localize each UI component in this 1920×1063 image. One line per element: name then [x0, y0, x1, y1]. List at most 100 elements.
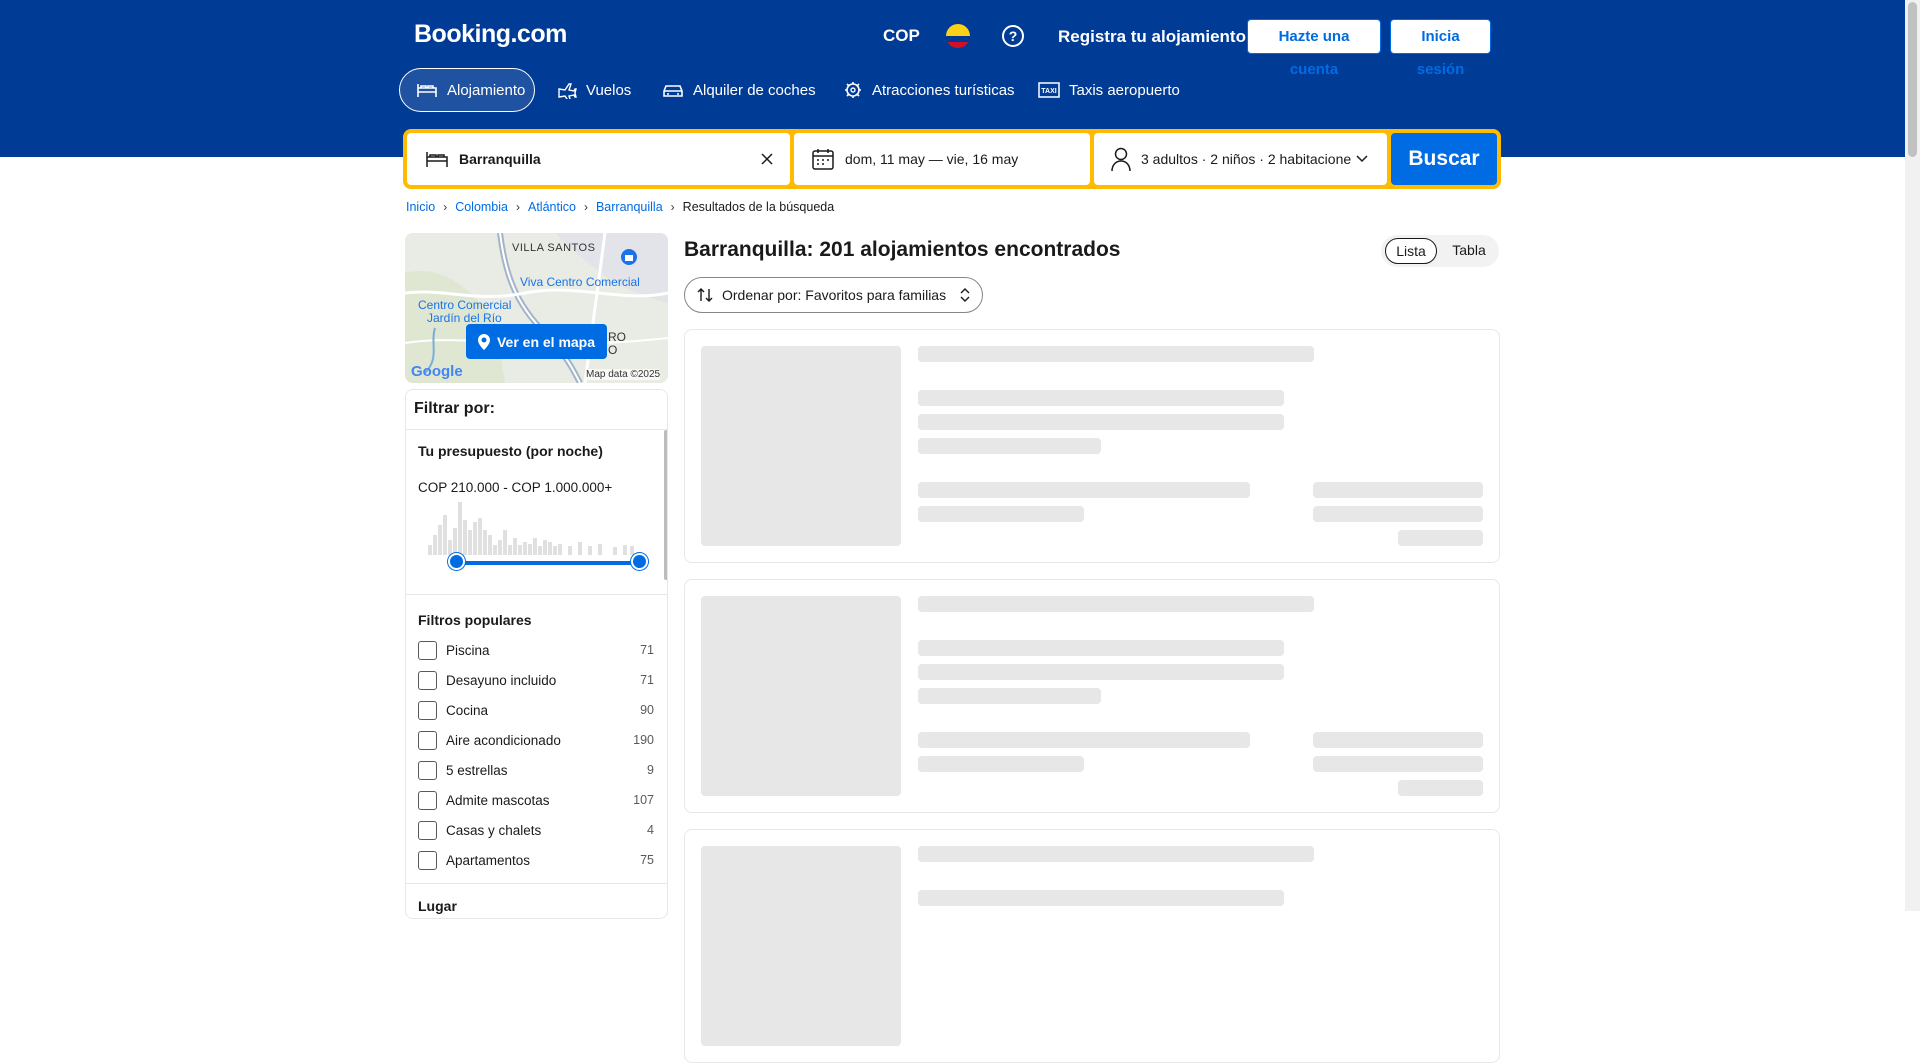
create-account-button[interactable]: Hazte una cuenta: [1247, 19, 1381, 78]
filter-pool[interactable]: Piscina 71: [418, 640, 654, 660]
taxi-icon: TAXI: [1038, 82, 1060, 98]
skeleton-line: [918, 756, 1084, 772]
nav-tab-attractions[interactable]: Atracciones turísticas: [827, 68, 1031, 112]
map-label-viva: Viva Centro Comercial: [520, 275, 640, 289]
checkbox[interactable]: [418, 760, 437, 780]
budget-slider-track[interactable]: [456, 561, 639, 565]
skeleton-line: [918, 732, 1250, 748]
checkbox[interactable]: [418, 730, 437, 750]
budget-value: COP 210.000 - COP 1.000.000+: [418, 480, 613, 495]
filter-houses[interactable]: Casas y chalets 4: [418, 820, 654, 840]
map-preview[interactable]: VILLA SANTOS Viva Centro Comercial Centr…: [405, 233, 668, 383]
breadcrumb-country[interactable]: Colombia: [455, 200, 508, 214]
skeleton-line: [1398, 530, 1483, 546]
view-toggle: Lista Tabla: [1381, 235, 1499, 267]
location-filter-title: Lugar: [418, 898, 457, 914]
filter-label: Casas y chalets: [446, 822, 542, 838]
filters-title: Filtrar por:: [414, 400, 495, 417]
checkbox[interactable]: [418, 850, 437, 870]
nav-tab-airport-taxis[interactable]: TAXI Taxis aeropuerto: [1022, 68, 1196, 112]
breadcrumb-current: Resultados de la búsqueda: [682, 200, 835, 214]
skeleton-line: [918, 846, 1314, 862]
dates-value: dom, 11 may — vie, 16 may: [845, 151, 1019, 167]
skeleton-line: [918, 346, 1314, 362]
breadcrumb-home[interactable]: Inicio: [406, 200, 435, 214]
nav-label: Vuelos: [586, 81, 632, 99]
skeleton-line: [918, 688, 1101, 704]
result-card-skeleton: [684, 829, 1500, 1063]
sort-button[interactable]: Ordenar por: Favoritos para familias: [684, 277, 983, 313]
filter-air-conditioning[interactable]: Aire acondicionado 190: [418, 730, 654, 750]
register-property-link[interactable]: Registra tu alojamiento: [1058, 27, 1246, 47]
filter-pets[interactable]: Admite mascotas 107: [418, 790, 654, 810]
skeleton-image: [701, 346, 901, 546]
filter-label: Apartamentos: [446, 852, 531, 868]
view-list-button[interactable]: Lista: [1385, 238, 1437, 264]
nav-label: Taxis aeropuerto: [1069, 81, 1180, 99]
sign-in-button[interactable]: Inicia sesión: [1390, 19, 1491, 78]
question-circle-icon[interactable]: ?: [1002, 25, 1024, 47]
skeleton-line: [918, 390, 1284, 406]
breadcrumb: Inicio › Colombia › Atlántico › Barranqu…: [406, 200, 834, 214]
clear-icon[interactable]: [760, 152, 774, 166]
nav-label: Alquiler de coches: [693, 81, 816, 99]
nav-tab-stays[interactable]: Alojamiento: [399, 68, 535, 112]
price-histogram: [428, 502, 634, 555]
chevron-up-down-icon: [960, 288, 970, 302]
filter-count: 90: [640, 703, 654, 717]
checkbox[interactable]: [418, 670, 437, 690]
view-on-map-button[interactable]: Ver en el mapa: [466, 324, 607, 359]
occupancy-value: 3 adultos · 2 niños · 2 habitacione: [1141, 151, 1352, 167]
nav-tab-flights[interactable]: Vuelos: [541, 68, 647, 112]
filter-label: Admite mascotas: [446, 792, 550, 808]
budget-slider-max-handle[interactable]: [631, 553, 648, 570]
filter-count: 190: [633, 733, 654, 747]
search-button[interactable]: Buscar: [1391, 133, 1497, 185]
filter-breakfast[interactable]: Desayuno incluido 71: [418, 670, 654, 690]
skeleton-line: [1313, 482, 1483, 498]
checkbox[interactable]: [418, 640, 437, 660]
filters-scrollbar[interactable]: [664, 430, 667, 580]
filter-apartments[interactable]: Apartamentos 75: [418, 850, 654, 870]
plane-icon: [558, 83, 577, 99]
filter-count: 75: [640, 853, 654, 867]
skeleton-line: [918, 640, 1284, 656]
filter-label: 5 estrellas: [446, 762, 508, 778]
skeleton-line: [918, 664, 1284, 680]
map-label-ro: RO: [608, 330, 626, 344]
chevron-right-icon: ›: [443, 200, 448, 214]
nav-tab-car-rental[interactable]: Alquiler de coches: [646, 68, 832, 112]
occupancy-field[interactable]: 3 adultos · 2 niños · 2 habitacione: [1094, 133, 1387, 185]
nav-label: Atracciones turísticas: [872, 81, 1015, 99]
page-scrollbar[interactable]: [1905, 0, 1920, 911]
page-scrollbar-thumb[interactable]: [1908, 2, 1917, 157]
colombia-flag-icon[interactable]: [946, 24, 970, 48]
checkbox[interactable]: [418, 820, 437, 840]
view-table-button[interactable]: Tabla: [1443, 238, 1495, 264]
filter-kitchen[interactable]: Cocina 90: [418, 700, 654, 720]
breadcrumb-city[interactable]: Barranquilla: [596, 200, 663, 214]
skeleton-line: [1313, 756, 1483, 772]
skeleton-line: [918, 506, 1084, 522]
sort-arrows-icon: [697, 288, 713, 302]
calendar-icon: [812, 149, 834, 170]
filter-5-stars[interactable]: 5 estrellas 9: [418, 760, 654, 780]
skeleton-line: [918, 596, 1314, 612]
map-attribution: Map data ©2025: [586, 369, 661, 380]
svg-text:TAXI: TAXI: [1041, 88, 1056, 95]
destination-field[interactable]: Barranquilla: [407, 133, 790, 185]
skeleton-line: [918, 482, 1250, 498]
booking-logo[interactable]: Booking.com: [414, 20, 567, 49]
filter-label: Desayuno incluido: [446, 672, 557, 688]
currency-selector[interactable]: COP: [883, 26, 920, 46]
dates-field[interactable]: dom, 11 may — vie, 16 may: [794, 133, 1090, 185]
filter-label: Piscina: [446, 642, 490, 658]
skeleton-line: [1313, 732, 1483, 748]
skeleton-image: [701, 846, 901, 1046]
filter-count: 107: [633, 793, 654, 807]
checkbox[interactable]: [418, 790, 437, 810]
budget-slider-min-handle[interactable]: [448, 553, 465, 570]
checkbox[interactable]: [418, 700, 437, 720]
chevron-down-icon: [1356, 155, 1368, 163]
breadcrumb-region[interactable]: Atlántico: [528, 200, 576, 214]
